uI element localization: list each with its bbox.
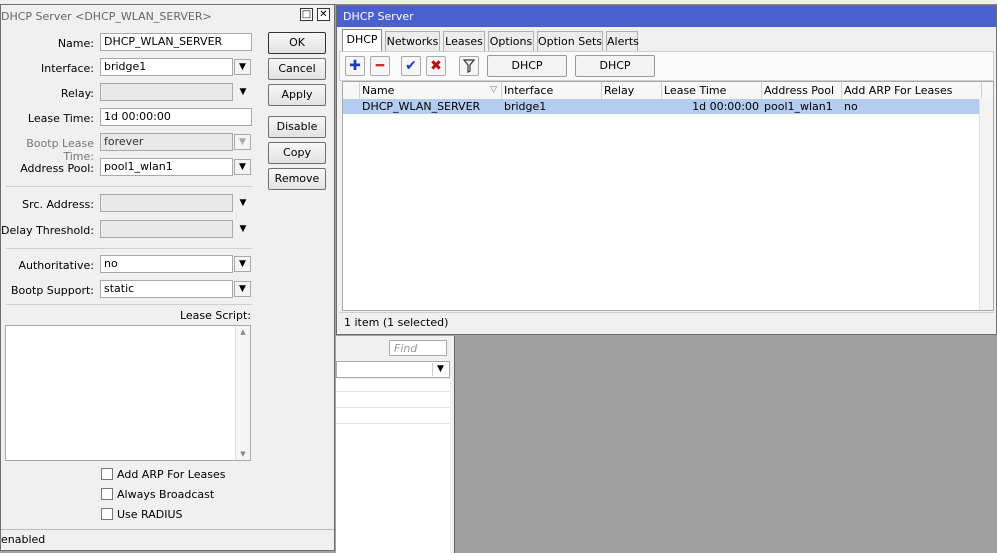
restore-icon[interactable]: □ <box>300 8 313 21</box>
relay-dropdown-icon[interactable]: ▼ <box>236 85 250 99</box>
tab-options[interactable]: Options <box>488 31 534 51</box>
cell-address-pool: pool1_wlan1 <box>764 100 833 113</box>
relay-field[interactable] <box>100 83 233 101</box>
toolbar: ✚ ━ ✔ ✖ DHCP Config DHCP Setup <box>339 51 994 92</box>
dhcp-server-table: Name ▽ Interface Relay Lease Time Address… <box>342 81 994 311</box>
delay-threshold-dropdown-icon[interactable]: ▼ <box>236 222 250 236</box>
dhcp-server-window: DHCP Server DHCP Networks Leases Options… <box>336 5 997 335</box>
lease-script-scrollbar[interactable]: ▲ ▼ <box>235 326 250 460</box>
scroll-up-icon[interactable]: ▲ <box>236 328 250 336</box>
tab-leases[interactable]: Leases <box>443 31 485 51</box>
copy-button[interactable]: Copy <box>268 142 326 164</box>
window-title: DHCP Server <box>337 6 996 27</box>
column-header-interface[interactable]: Interface <box>502 82 602 99</box>
dhcp-config-button[interactable]: DHCP Config <box>487 55 567 92</box>
lease-time-field[interactable]: 1d 00:00:00 <box>100 108 252 126</box>
background-select[interactable]: ▼ <box>336 361 450 378</box>
use-radius-checkbox[interactable] <box>101 508 113 520</box>
address-pool-label: Address Pool: <box>20 162 94 175</box>
dhcp-setup-button[interactable]: DHCP Setup <box>575 55 655 92</box>
dialog-status: enabled <box>1 529 334 551</box>
dialog-title-bar: DHCP Server <DHCP_WLAN_SERVER> □ ✕ <box>1 5 334 27</box>
close-icon[interactable]: ✕ <box>317 8 330 21</box>
column-header-add-arp[interactable]: Add ARP For Leases <box>842 82 982 99</box>
filter-icon[interactable] <box>459 56 479 76</box>
sort-icon: ▽ <box>490 85 497 95</box>
delay-threshold-field[interactable] <box>100 220 233 238</box>
bootp-support-label: Bootp Support: <box>11 284 94 297</box>
bootp-lease-time-dropdown-icon[interactable]: ▼ <box>234 134 251 150</box>
window-status: 1 item (1 selected) <box>339 312 994 332</box>
cell-interface: bridge1 <box>504 100 547 113</box>
list-divider <box>336 423 450 424</box>
lease-script-textarea[interactable]: ▲ ▼ <box>5 325 251 461</box>
column-header-lease-time[interactable]: Lease Time <box>662 82 762 99</box>
column-header-address-pool[interactable]: Address Pool <box>762 82 842 99</box>
src-address-dropdown-icon[interactable]: ▼ <box>236 196 250 210</box>
list-divider <box>336 391 450 392</box>
tab-dhcp[interactable]: DHCP <box>342 29 382 51</box>
address-pool-select[interactable]: pool1_wlan1 <box>100 158 233 176</box>
section-divider <box>6 304 252 305</box>
use-radius-label: Use RADIUS <box>117 508 183 521</box>
scroll-down-icon[interactable]: ▼ <box>236 450 250 458</box>
remove-button[interactable]: Remove <box>268 168 326 190</box>
cell-add-arp: no <box>844 100 858 113</box>
list-divider <box>336 407 450 408</box>
always-broadcast-label: Always Broadcast <box>117 488 215 501</box>
section-divider <box>6 186 252 187</box>
bootp-support-dropdown-icon[interactable]: ▼ <box>234 281 251 297</box>
dialog-title: DHCP Server <DHCP_WLAN_SERVER> <box>1 10 212 23</box>
name-label: Name: <box>57 37 94 50</box>
cell-lease-time: 1d 00:00:00 <box>692 100 759 113</box>
ok-button[interactable]: OK <box>268 32 326 54</box>
section-divider <box>6 248 252 249</box>
column-header-relay[interactable]: Relay <box>602 82 662 99</box>
name-field[interactable]: DHCP_WLAN_SERVER <box>100 33 252 51</box>
table-scrollbar[interactable] <box>979 99 993 310</box>
table-row[interactable]: DHCP_WLAN_SERVER bridge1 1d 00:00:00 poo… <box>343 99 993 114</box>
remove-icon[interactable]: ━ <box>370 56 390 76</box>
cancel-button[interactable]: Cancel <box>268 58 326 80</box>
enable-icon[interactable]: ✔ <box>401 56 421 76</box>
background-list <box>336 379 450 553</box>
interface-select[interactable]: bridge1 <box>100 58 233 76</box>
table-header: Name ▽ Interface Relay Lease Time Address… <box>343 82 993 100</box>
disable-icon[interactable]: ✖ <box>426 56 446 76</box>
cell-name: DHCP_WLAN_SERVER <box>362 100 481 113</box>
authoritative-dropdown-icon[interactable]: ▼ <box>234 256 251 272</box>
lease-time-label: Lease Time: <box>27 112 94 125</box>
dhcp-server-dialog: DHCP Server <DHCP_WLAN_SERVER> □ ✕ Name:… <box>0 4 335 551</box>
bootp-support-select[interactable]: static <box>100 280 233 298</box>
bootp-lease-time-field[interactable]: forever <box>100 133 233 151</box>
tab-option-sets[interactable]: Option Sets <box>537 31 603 51</box>
address-pool-dropdown-icon[interactable]: ▼ <box>234 159 251 175</box>
src-address-field[interactable] <box>100 194 233 212</box>
apply-button[interactable]: Apply <box>268 84 326 106</box>
column-header-name[interactable]: Name ▽ <box>360 82 502 99</box>
tab-networks[interactable]: Networks <box>385 31 440 51</box>
cell-relay <box>602 99 662 114</box>
relay-label: Relay: <box>60 87 94 100</box>
interface-dropdown-icon[interactable]: ▼ <box>234 59 251 75</box>
column-header-marker <box>343 82 360 99</box>
always-broadcast-checkbox[interactable] <box>101 488 113 500</box>
chevron-down-icon: ▼ <box>432 363 448 376</box>
bootp-lease-time-label: Bootp Lease Time: <box>26 137 94 163</box>
disable-button[interactable]: Disable <box>268 116 326 138</box>
add-arp-label: Add ARP For Leases <box>117 468 226 481</box>
src-address-label: Src. Address: <box>22 198 94 211</box>
delay-threshold-label: Delay Threshold: <box>1 224 94 237</box>
find-input[interactable]: Find <box>389 340 447 356</box>
authoritative-label: Authoritative: <box>18 259 95 272</box>
tab-alerts[interactable]: Alerts <box>606 31 639 51</box>
authoritative-select[interactable]: no <box>100 255 233 273</box>
interface-label: Interface: <box>41 62 94 75</box>
add-arp-checkbox[interactable] <box>101 468 113 480</box>
add-icon[interactable]: ✚ <box>345 56 365 76</box>
lease-script-label: Lease Script: <box>179 309 251 322</box>
